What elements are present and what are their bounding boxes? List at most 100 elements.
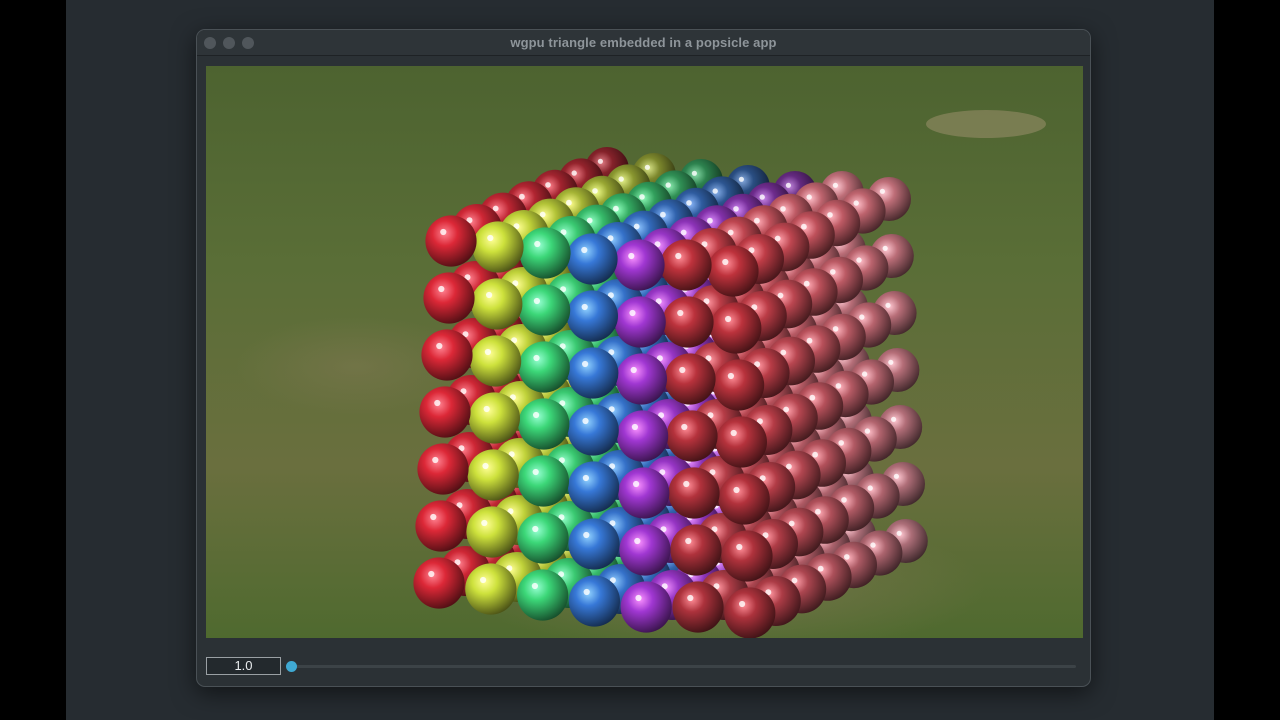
sphere-highlight: [635, 594, 642, 602]
wgpu-render-viewport[interactable]: [206, 66, 1083, 638]
sphere-highlight: [738, 176, 745, 182]
sphere-highlight: [533, 354, 540, 362]
sphere-highlight: [835, 383, 842, 389]
sphere: [518, 398, 570, 450]
sphere-highlight: [859, 314, 865, 320]
sphere: [666, 410, 718, 462]
sphere: [465, 563, 517, 615]
sphere-highlight: [597, 158, 603, 164]
sphere: [566, 233, 618, 285]
sphere: [613, 239, 665, 291]
sphere-highlight: [629, 309, 636, 317]
sphere: [467, 449, 519, 501]
sphere-highlight: [582, 417, 589, 425]
sphere-highlight: [730, 429, 737, 437]
sphere-highlight: [832, 326, 839, 332]
sphere-highlight: [486, 291, 493, 299]
title-bar[interactable]: wgpu triangle embedded in a popsicle app: [197, 30, 1090, 56]
sphere-highlight: [885, 302, 891, 308]
sphere-grid: [413, 147, 928, 638]
sphere-highlight: [838, 440, 844, 446]
sphere-highlight: [438, 285, 445, 293]
sphere: [425, 215, 477, 267]
sphere-highlight: [754, 217, 760, 224]
window-title: wgpu triangle embedded in a popsicle app: [510, 35, 777, 50]
sphere-highlight: [571, 170, 577, 176]
sphere-highlight: [870, 542, 876, 548]
sphere-highlight: [534, 240, 541, 248]
sphere-highlight: [434, 399, 441, 407]
sphere: [672, 581, 724, 633]
sphere-highlight: [780, 206, 786, 212]
sphere-highlight: [882, 245, 888, 251]
sphere-highlight: [633, 480, 640, 488]
sphere: [421, 329, 473, 381]
sphere: [615, 353, 667, 405]
slider-thumb[interactable]: [286, 661, 297, 672]
sphere: [614, 296, 666, 348]
sphere-highlight: [888, 359, 894, 365]
sphere: [518, 341, 570, 393]
sphere: [566, 290, 618, 342]
sphere: [413, 557, 465, 609]
sphere: [619, 524, 671, 576]
app-window: wgpu triangle embedded in a popsicle app: [196, 29, 1091, 687]
sphere-highlight: [832, 182, 839, 188]
sphere-highlight: [806, 337, 813, 344]
scale-slider[interactable]: [286, 661, 1076, 672]
sphere: [660, 239, 712, 291]
sphere: [618, 467, 670, 519]
sphere-highlight: [722, 258, 729, 266]
sphere-highlight: [484, 348, 491, 356]
sphere-highlight: [665, 182, 671, 188]
sphere-highlight: [736, 543, 743, 551]
sphere-highlight: [733, 486, 740, 494]
sphere-highlight: [660, 211, 666, 218]
sphere-highlight: [436, 342, 443, 350]
sphere-highlight: [428, 570, 435, 578]
sphere-highlight: [812, 451, 818, 458]
sphere-highlight: [533, 411, 540, 419]
sphere-highlight: [545, 182, 551, 188]
sphere: [466, 506, 518, 558]
sphere-highlight: [733, 206, 739, 212]
sphere: [423, 272, 475, 324]
sphere-highlight: [681, 423, 688, 431]
sphere-highlight: [581, 246, 588, 254]
sphere-highlight: [679, 366, 686, 374]
sphere-highlight: [583, 588, 590, 596]
sphere-highlight: [687, 594, 694, 602]
sphere-cube-scene: [206, 66, 1083, 638]
sphere: [472, 221, 524, 273]
sphere-highlight: [639, 194, 645, 200]
sphere-highlight: [483, 405, 490, 413]
sphere-highlight: [893, 473, 900, 479]
sphere: [707, 245, 759, 297]
sphere-highlight: [630, 366, 637, 374]
sphere: [568, 518, 620, 570]
sphere-highlight: [582, 360, 589, 368]
sphere: [670, 524, 722, 576]
sphere-highlight: [803, 280, 810, 287]
sphere-highlight: [896, 530, 902, 536]
sphere: [620, 581, 672, 633]
sphere-highlight: [481, 519, 488, 527]
sphere-highlight: [618, 176, 624, 182]
sphere-highlight: [532, 468, 539, 476]
sphere: [470, 335, 522, 387]
sphere-highlight: [739, 600, 746, 608]
sphere: [568, 575, 620, 627]
sphere: [721, 530, 773, 582]
sphere-highlight: [841, 497, 847, 503]
sphere: [713, 359, 765, 411]
sphere-highlight: [685, 537, 692, 545]
sphere: [417, 443, 469, 495]
sphere-highlight: [827, 212, 833, 218]
sphere-highlight: [482, 462, 489, 470]
sphere-highlight: [677, 309, 684, 317]
sphere-highlight: [683, 480, 690, 488]
dirt-patch: [926, 110, 1046, 138]
scale-input[interactable]: [206, 657, 281, 675]
sphere-highlight: [430, 513, 437, 521]
sphere: [568, 461, 620, 513]
